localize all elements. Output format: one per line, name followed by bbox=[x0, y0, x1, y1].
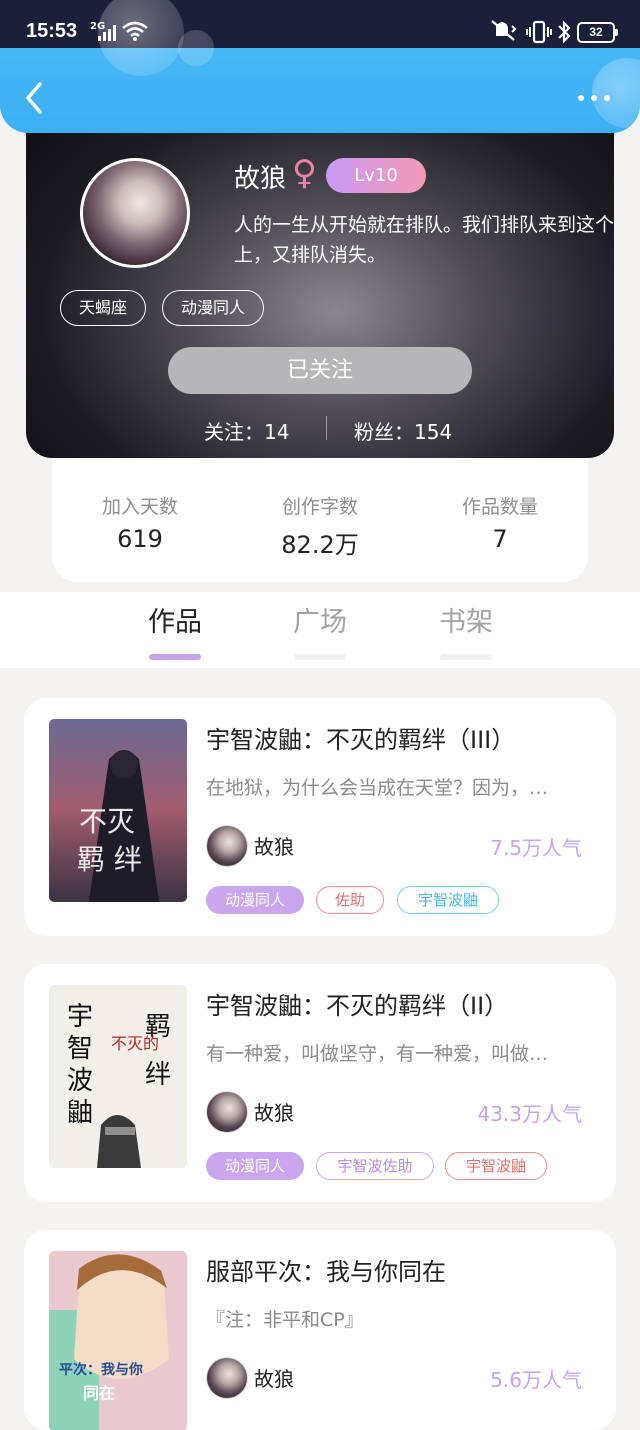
tab-works[interactable]: 作品 bbox=[135, 600, 215, 660]
author-name: 故狼 bbox=[254, 1101, 294, 1125]
tab-indicator bbox=[149, 654, 201, 660]
status-bar: 15:53 2G 32 bbox=[0, 0, 640, 48]
tab-bookshelf[interactable]: 书架 bbox=[426, 600, 506, 660]
status-time: 15:53 bbox=[26, 20, 78, 42]
popularity: 7.5万人气 bbox=[490, 836, 582, 860]
vibrate-icon bbox=[526, 20, 552, 44]
back-button[interactable] bbox=[18, 80, 54, 116]
profile-bio: 人的一生从开始就在排队。我们排队来到这个 上，又排队消失。 bbox=[234, 210, 614, 270]
follow-counts: 关注：14 粉丝：154 bbox=[26, 410, 614, 450]
svg-text:不灭的: 不灭的 bbox=[111, 1034, 159, 1053]
book-cover-image[interactable]: 平次：我与你 同在 bbox=[49, 1251, 187, 1430]
profile-tag[interactable]: 天蝎座 bbox=[60, 290, 146, 326]
stat-works-count: 作品数量 7 bbox=[461, 496, 538, 553]
tab-indicator bbox=[294, 654, 346, 660]
book-card[interactable]: 平次：我与你 同在 服部平次：我与你同在 『注：非平和CP』 故狼 5.6万人气 bbox=[24, 1230, 616, 1430]
book-description: 『注：非平和CP』 bbox=[206, 1309, 364, 1331]
bluetooth-icon bbox=[558, 20, 571, 44]
book-tag[interactable]: 佐助 bbox=[316, 886, 384, 914]
book-title[interactable]: 宇智波鼬：不灭的羁绊（II） bbox=[206, 986, 508, 1021]
profile-card: 故狼 ♀ Lv10 人的一生从开始就在排队。我们排队来到这个 上，又排队消失。 … bbox=[26, 110, 614, 458]
battery-icon: 32 bbox=[577, 22, 618, 43]
author-name: 故狼 bbox=[254, 835, 294, 859]
female-gender-icon: ♀ bbox=[292, 153, 317, 193]
svg-text:智: 智 bbox=[67, 1034, 93, 1064]
book-cover-image[interactable]: 宇 智 波 鼬 羁 绊 不灭的 bbox=[49, 985, 187, 1168]
tab-bar: 作品 广场 书架 bbox=[0, 592, 640, 668]
more-button[interactable] bbox=[574, 88, 614, 108]
top-bar: 15:53 2G 32 bbox=[0, 0, 640, 133]
popularity: 5.6万人气 bbox=[490, 1368, 582, 1392]
vibrate-mute-icon bbox=[491, 20, 517, 41]
book-card[interactable]: 宇 智 波 鼬 羁 绊 不灭的 宇智波鼬：不灭的羁绊（II） 有一种爱，叫做坚守… bbox=[24, 964, 616, 1202]
fans-count[interactable]: 粉丝：154 bbox=[354, 416, 452, 445]
profile-name: 故狼 bbox=[234, 164, 287, 194]
svg-text:平次：我与你: 平次：我与你 bbox=[59, 1361, 143, 1378]
svg-text:鼬: 鼬 bbox=[67, 1098, 93, 1128]
tab-square[interactable]: 广场 bbox=[280, 600, 360, 660]
book-tag[interactable]: 宇智波鼬 bbox=[445, 1152, 547, 1180]
book-tag[interactable]: 宇智波鼬 bbox=[397, 886, 499, 914]
author-avatar bbox=[206, 825, 248, 867]
book-cover-image[interactable]: 不灭 羁 绊 bbox=[49, 719, 187, 902]
author-avatar bbox=[206, 1091, 248, 1133]
stat-join-days: 加入天数 619 bbox=[101, 496, 178, 553]
bio-line: 上，又排队消失。 bbox=[234, 244, 387, 266]
following-count[interactable]: 关注：14 bbox=[204, 416, 289, 445]
profile-tag[interactable]: 动漫同人 bbox=[162, 290, 264, 326]
svg-text:羁 绊: 羁 绊 bbox=[77, 843, 142, 876]
bio-line: 人的一生从开始就在排队。我们排队来到这个 bbox=[234, 214, 614, 236]
avatar[interactable] bbox=[80, 158, 190, 268]
book-card[interactable]: 不灭 羁 绊 宇智波鼬：不灭的羁绊（III） 在地狱，为什么会当成在天堂？因为，… bbox=[24, 698, 616, 936]
book-tag[interactable]: 动漫同人 bbox=[206, 1152, 304, 1180]
follow-button[interactable]: 已关注 bbox=[168, 347, 472, 394]
signal-icon bbox=[98, 25, 116, 41]
tab-indicator bbox=[440, 654, 492, 660]
book-description: 在地狱，为什么会当成在天堂？因为，… bbox=[206, 777, 549, 799]
svg-text:绊: 绊 bbox=[145, 1060, 171, 1090]
book-tag[interactable]: 动漫同人 bbox=[206, 886, 304, 914]
book-description: 有一种爱，叫做坚守，有一种爱，叫做… bbox=[206, 1043, 549, 1065]
svg-text:不灭: 不灭 bbox=[79, 805, 135, 838]
book-title[interactable]: 宇智波鼬：不灭的羁绊（III） bbox=[206, 720, 515, 755]
level-badge: Lv10 bbox=[326, 158, 426, 193]
stat-word-count: 创作字数 82.2万 bbox=[281, 496, 359, 559]
svg-text:宇: 宇 bbox=[67, 1002, 93, 1032]
svg-text:同在: 同在 bbox=[83, 1384, 115, 1403]
author-name: 故狼 bbox=[254, 1367, 294, 1391]
stats-panel: 加入天数 619 创作字数 82.2万 作品数量 7 bbox=[52, 440, 588, 582]
divider bbox=[326, 416, 327, 440]
author-avatar bbox=[206, 1357, 248, 1399]
wifi-icon bbox=[122, 21, 148, 41]
book-tag[interactable]: 宇智波佐助 bbox=[316, 1152, 434, 1180]
popularity: 43.3万人气 bbox=[477, 1102, 582, 1126]
svg-text:波: 波 bbox=[67, 1066, 93, 1096]
book-title[interactable]: 服部平次：我与你同在 bbox=[206, 1252, 446, 1287]
